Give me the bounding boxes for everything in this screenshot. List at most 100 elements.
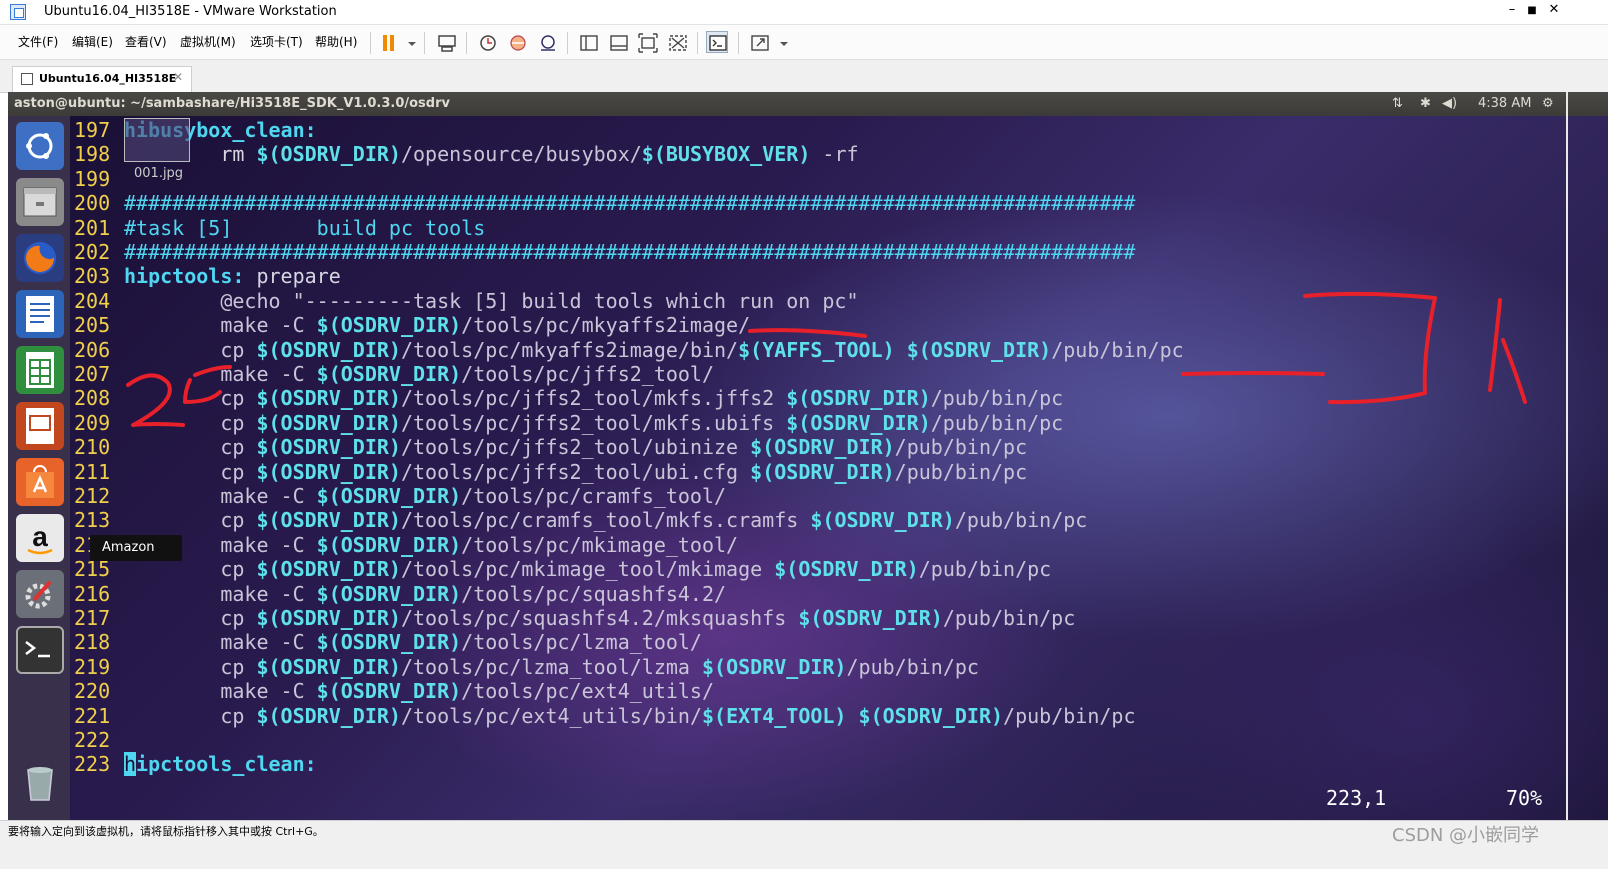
snapshot-manager-icon[interactable] xyxy=(536,31,558,53)
volume-icon[interactable]: ◀) xyxy=(1442,96,1457,111)
line-number: 203 xyxy=(74,264,111,289)
code-token: $(EXT4_TOOL) xyxy=(701,703,847,728)
menu-vm[interactable]: 虚拟机(M) xyxy=(180,33,236,50)
line-number: 209 xyxy=(74,410,111,435)
network-icon[interactable]: ⇅ xyxy=(1392,96,1403,111)
line-number: 212 xyxy=(74,484,111,508)
menu-file[interactable]: 文件(F) xyxy=(18,33,58,50)
full-screen-icon[interactable] xyxy=(636,31,658,53)
code-token: $(OSDRV_DIR) xyxy=(316,630,462,655)
line-code: cp $(OSDRV_DIR)/tools/pc/jffs2_tool/mkfs… xyxy=(124,386,1063,410)
terminal-vim-editor[interactable]: 197 hibusybox_clean: 198 rm $(OSDRV_DIR)/o… xyxy=(70,116,1608,820)
system-settings-icon[interactable] xyxy=(16,570,64,618)
clock[interactable]: 4:38 AM xyxy=(1478,96,1531,111)
firefox-icon[interactable] xyxy=(16,234,64,282)
unity-icon[interactable] xyxy=(666,31,688,53)
code-token: cp xyxy=(124,508,257,533)
chevron-down-icon[interactable] xyxy=(772,31,788,53)
toolbar-separator xyxy=(567,32,568,54)
close-icon[interactable]: ✕ xyxy=(173,70,183,84)
code-token: $(OSDRV_DIR) xyxy=(701,654,847,679)
line-code: cp $(OSDRV_DIR)/tools/pc/ext4_utils/bin/… xyxy=(124,704,1135,728)
line-code: make -C $(OSDRV_DIR)/tools/pc/squashfs4.… xyxy=(124,582,726,606)
window-title: Ubuntu16.04_HI3518E - VMware Workstation xyxy=(44,4,337,19)
code-token: make -C xyxy=(124,581,317,606)
code-token: $(OSDRV_DIR) xyxy=(316,313,462,338)
files-icon[interactable] xyxy=(16,178,64,226)
snapshot-icon[interactable] xyxy=(476,31,498,53)
code-token: cp xyxy=(124,654,257,679)
code-token: /tools/pc/mkyaffs2image/bin/ xyxy=(400,337,739,362)
libreoffice-calc-icon[interactable] xyxy=(16,346,64,394)
code-token: /pub/bin/pc xyxy=(930,410,1064,435)
toolbar-separator xyxy=(424,32,425,54)
maximize-button[interactable]: ■ xyxy=(1522,5,1542,16)
gear-icon[interactable]: ⚙ xyxy=(1542,96,1554,111)
code-token: $(OSDRV_DIR) xyxy=(256,459,401,484)
line-code: cp $(OSDRV_DIR)/tools/pc/mkimage_tool/mk… xyxy=(124,557,1051,581)
code-token: $(OSDRV_DIR) xyxy=(256,435,401,460)
menu-help[interactable]: 帮助(H) xyxy=(315,33,357,50)
menu-tabs[interactable]: 选项卡(T) xyxy=(250,33,303,50)
send-keys-icon[interactable] xyxy=(435,31,457,53)
line-code: hipctools: prepare xyxy=(124,264,341,288)
stretch-icon[interactable] xyxy=(748,31,770,53)
line-number: 219 xyxy=(74,654,111,679)
code-token: $(BUSYBOX_VER) xyxy=(641,142,811,167)
line-number: 221 xyxy=(74,703,111,728)
thumbnail-label: 001.jpg xyxy=(134,166,184,181)
line-number: 198 xyxy=(74,142,111,167)
code-token: $(OSDRV_DIR) xyxy=(256,337,401,362)
libreoffice-writer-icon[interactable] xyxy=(16,290,64,338)
line-number: 197 xyxy=(74,118,111,142)
thumbnail-bar-icon[interactable] xyxy=(607,31,629,53)
terminal-icon[interactable] xyxy=(16,626,64,674)
close-button[interactable]: ✕ xyxy=(1544,2,1564,17)
minimize-button[interactable]: – xyxy=(1502,2,1522,17)
line-code: ########################################… xyxy=(124,240,1135,264)
code-token: /pub/bin/pc xyxy=(894,435,1028,460)
line-code: cp $(OSDRV_DIR)/tools/pc/cramfs_tool/mkf… xyxy=(124,508,1087,532)
revert-snapshot-icon[interactable] xyxy=(506,31,528,53)
code-token: $(OSDRV_DIR) xyxy=(750,459,895,484)
tab-vm[interactable]: Ubuntu16.04_HI3518E ✕ xyxy=(12,66,192,92)
status-hint: 要将输入定向到该虚拟机，请将鼠标指针移入其中或按 Ctrl+G。 xyxy=(8,825,324,838)
code-token: cp xyxy=(124,606,257,630)
bluetooth-icon[interactable]: ✱ xyxy=(1420,96,1431,111)
code-token: /tools/pc/mkimage_tool/mkimage xyxy=(400,557,775,582)
launcher-tooltip: Amazon xyxy=(90,535,182,561)
ubuntu-top-panel: aston@ubuntu: ~/sambashare/Hi3518E_SDK_V… xyxy=(8,92,1608,116)
menu-bar: 文件(F) 编辑(E) 查看(V) 虚拟机(M) 选项卡(T) 帮助(H) xyxy=(0,25,1608,60)
line-code: hipctools_clean: xyxy=(124,752,317,777)
line-number: 223 xyxy=(74,752,111,777)
software-center-icon[interactable] xyxy=(16,458,64,506)
amazon-icon[interactable]: a xyxy=(16,514,64,562)
ubuntu-dash-icon[interactable] xyxy=(16,122,64,170)
line-number: 205 xyxy=(74,313,111,338)
vertical-scrollbar[interactable] xyxy=(1566,92,1568,820)
line-code: make -C $(OSDRV_DIR)/tools/pc/ext4_utils… xyxy=(124,679,714,703)
code-token: make -C xyxy=(124,630,317,655)
tab-bar: Ubuntu16.04_HI3518E ✕ xyxy=(0,60,1608,93)
line-code: rm $(OSDRV_DIR)/opensource/busybox/$(BUS… xyxy=(124,142,858,167)
console-view-icon[interactable] xyxy=(706,31,728,53)
menu-edit[interactable]: 编辑(E) xyxy=(72,33,113,50)
line-number: 208 xyxy=(74,386,111,411)
chevron-down-icon[interactable] xyxy=(400,31,416,53)
code-token: @echo "---------task [5] build tools whi… xyxy=(124,288,859,313)
code-token: $(OSDRV_DIR) xyxy=(256,142,401,167)
code-token: /tools/pc/mkimage_tool/ xyxy=(461,532,739,557)
libreoffice-impress-icon[interactable] xyxy=(16,402,64,450)
line-number: 217 xyxy=(74,606,111,630)
trash-icon[interactable] xyxy=(16,758,64,806)
code-token: /tools/pc/ext4_utils/ xyxy=(461,679,715,704)
code-token: $(OSDRV_DIR) xyxy=(316,362,462,386)
sidebar-toggle-icon[interactable] xyxy=(577,31,599,53)
code-token: $(OSDRV_DIR) xyxy=(256,508,401,533)
code-token: $(OSDRV_DIR) xyxy=(256,557,401,582)
code-token: ########################################… xyxy=(124,191,1136,216)
pause-icon[interactable] xyxy=(378,31,400,53)
code-token: $(OSDRV_DIR) xyxy=(786,386,931,411)
menu-view[interactable]: 查看(V) xyxy=(125,33,167,50)
